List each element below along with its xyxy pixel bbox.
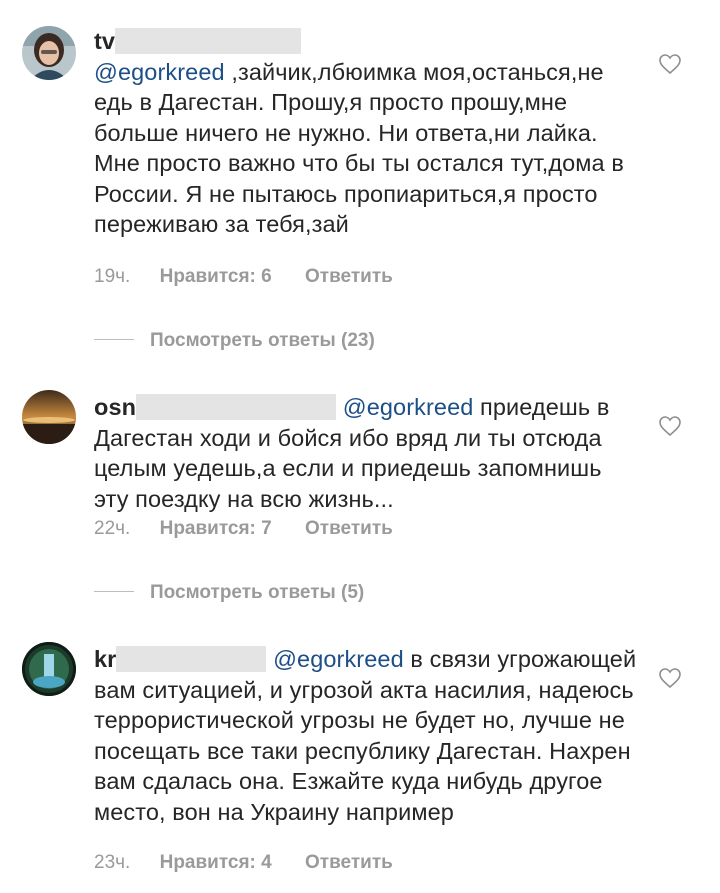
reply-button[interactable]: Ответить	[305, 266, 393, 287]
comment-text: в связи угрожающей вам ситуацией, и угро…	[94, 646, 637, 825]
view-replies-button[interactable]: Посмотреть ответы (23)	[94, 330, 375, 352]
timestamp: 19ч.	[94, 266, 131, 287]
username[interactable]: kr	[94, 646, 116, 672]
timestamp: 22ч.	[94, 518, 131, 539]
reply-button[interactable]: Ответить	[305, 518, 393, 539]
likes-count[interactable]: Нравится: 4	[160, 852, 272, 873]
username[interactable]: tv	[94, 28, 115, 54]
reply-button[interactable]: Ответить	[305, 852, 393, 873]
divider-line	[94, 591, 134, 592]
comment-meta: 22ч. Нравится: 7 Ответить	[94, 518, 393, 540]
comment-text: ,зайчик,лбюимка моя,останься,не едь в Да…	[94, 58, 624, 238]
redacted-username	[115, 28, 302, 54]
timestamp: 23ч.	[94, 852, 131, 873]
heart-outline-icon[interactable]	[658, 52, 682, 76]
avatar[interactable]	[22, 26, 76, 80]
view-replies-button[interactable]: Посмотреть ответы (5)	[94, 582, 364, 604]
username[interactable]: osn	[94, 394, 136, 420]
likes-count[interactable]: Нравится: 6	[160, 266, 272, 287]
avatar[interactable]	[22, 390, 76, 444]
likes-count[interactable]: Нравится: 7	[160, 518, 272, 539]
mention-link[interactable]: @egorkreed	[273, 646, 404, 672]
mention-link[interactable]: @egorkreed	[343, 394, 474, 420]
comment-meta: 23ч. Нравится: 4 Ответить	[94, 852, 393, 874]
redacted-username	[136, 394, 337, 420]
divider-line	[94, 339, 134, 340]
heart-outline-icon[interactable]	[658, 414, 682, 438]
redacted-username	[116, 646, 267, 672]
comment-meta: 19ч. Нравится: 6 Ответить	[94, 266, 393, 288]
avatar[interactable]	[22, 642, 76, 696]
heart-outline-icon[interactable]	[658, 666, 682, 690]
mention-link[interactable]: @egorkreed	[94, 59, 225, 85]
